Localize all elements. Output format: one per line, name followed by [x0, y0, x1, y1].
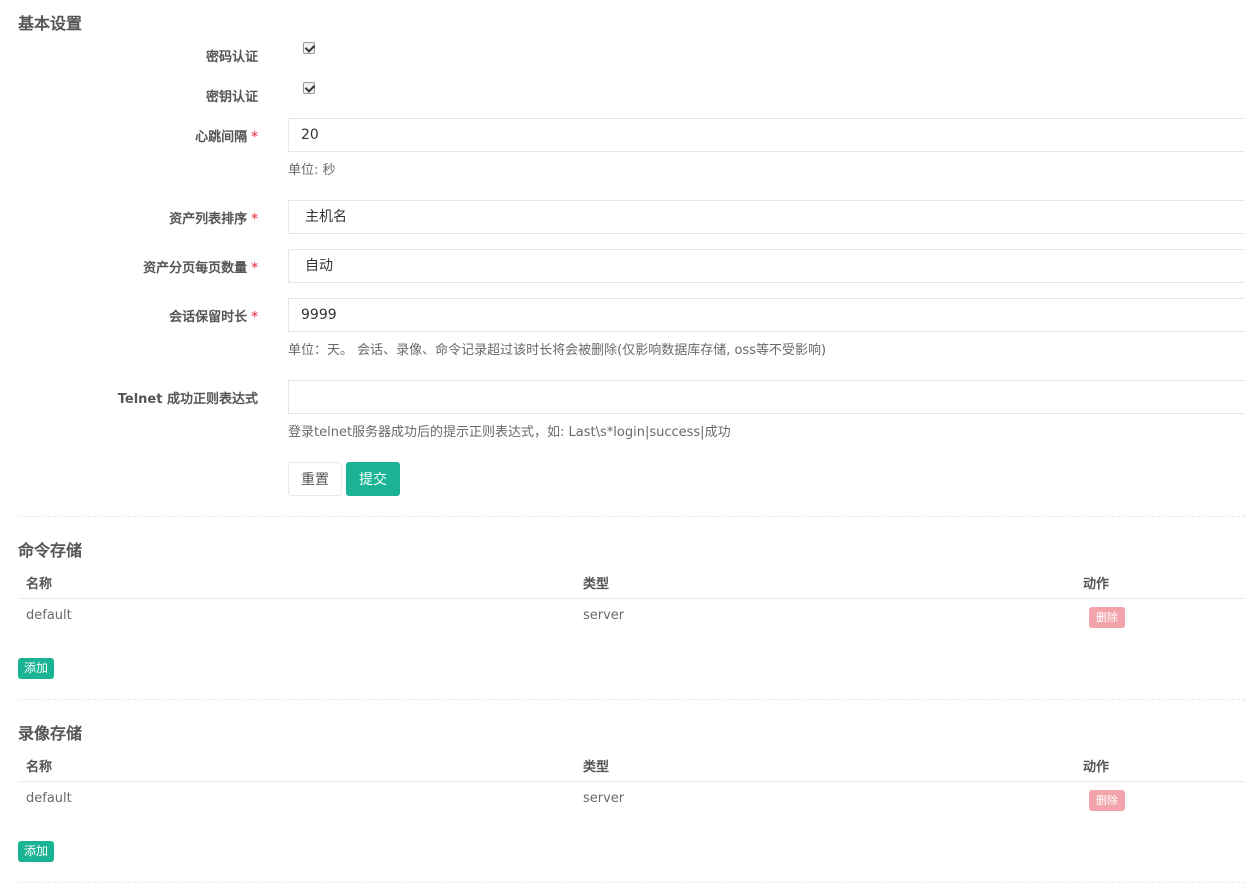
session-keep-label: 会话保留时长 *: [169, 306, 258, 325]
terminal-settings-page: 基本设置 密码认证 密钥认证 心跳间隔 * 20 单位: 秒 资产列表排序 * 主机…: [0, 0, 1245, 895]
command-storage-title: 命令存储: [18, 541, 83, 560]
delete-button[interactable]: 删除: [1089, 607, 1125, 628]
telnet-regex-input[interactable]: [288, 380, 1245, 414]
heartbeat-label-text: 心跳间隔: [195, 130, 248, 145]
asset-sort-label-text: 资产列表排序: [169, 212, 248, 227]
table-header-divider: [18, 781, 1245, 782]
required-mark: *: [251, 261, 258, 276]
asset-page-size-label: 资产分页每页数量 *: [143, 257, 258, 276]
asset-page-size-label-text: 资产分页每页数量: [143, 261, 248, 276]
section-divider: [18, 882, 1245, 883]
heartbeat-input[interactable]: 20: [288, 118, 1245, 152]
storage-type-cell: server: [583, 791, 625, 806]
delete-button[interactable]: 删除: [1089, 790, 1125, 811]
asset-page-size-select[interactable]: 自动: [288, 249, 1245, 283]
section-divider: [18, 699, 1245, 700]
column-header-type: 类型: [583, 760, 610, 775]
session-keep-input[interactable]: 9999: [288, 298, 1245, 332]
add-command-storage-button[interactable]: 添加: [18, 658, 54, 679]
section-divider: [18, 516, 1245, 517]
table-header-divider: [18, 598, 1245, 599]
session-keep-help: 单位：天。 会话、录像、命令记录超过该时长将会被删除(仅影响数据库存储, oss…: [288, 343, 827, 358]
session-keep-label-text: 会话保留时长: [169, 310, 248, 325]
reset-button[interactable]: 重置: [288, 462, 342, 496]
asset-sort-select[interactable]: 主机名: [288, 200, 1245, 234]
column-header-name: 名称: [26, 760, 53, 775]
heartbeat-label: 心跳间隔 *: [195, 126, 258, 145]
password-auth-label: 密码认证: [205, 50, 258, 65]
telnet-regex-label: Telnet 成功正则表达式: [117, 392, 258, 407]
heartbeat-help: 单位: 秒: [288, 163, 336, 178]
column-header-action: 动作: [1083, 577, 1110, 592]
storage-name-cell: default: [26, 791, 72, 806]
telnet-regex-help: 登录telnet服务器成功后的提示正则表达式，如: Last\s*login|s…: [288, 425, 731, 440]
storage-type-cell: server: [583, 608, 625, 623]
basic-settings-title: 基本设置: [18, 14, 83, 33]
asset-sort-label: 资产列表排序 *: [169, 208, 258, 227]
password-auth-checkbox[interactable]: [303, 42, 315, 54]
required-mark: *: [251, 310, 258, 325]
column-header-name: 名称: [26, 577, 53, 592]
replay-storage-title: 录像存储: [18, 724, 83, 743]
required-mark: *: [251, 212, 258, 227]
submit-button[interactable]: 提交: [346, 462, 400, 496]
key-auth-label: 密钥认证: [205, 90, 258, 105]
required-mark: *: [251, 130, 258, 145]
add-replay-storage-button[interactable]: 添加: [18, 841, 54, 862]
storage-name-cell: default: [26, 608, 72, 623]
key-auth-checkbox[interactable]: [303, 82, 315, 94]
column-header-action: 动作: [1083, 760, 1110, 775]
column-header-type: 类型: [583, 577, 610, 592]
